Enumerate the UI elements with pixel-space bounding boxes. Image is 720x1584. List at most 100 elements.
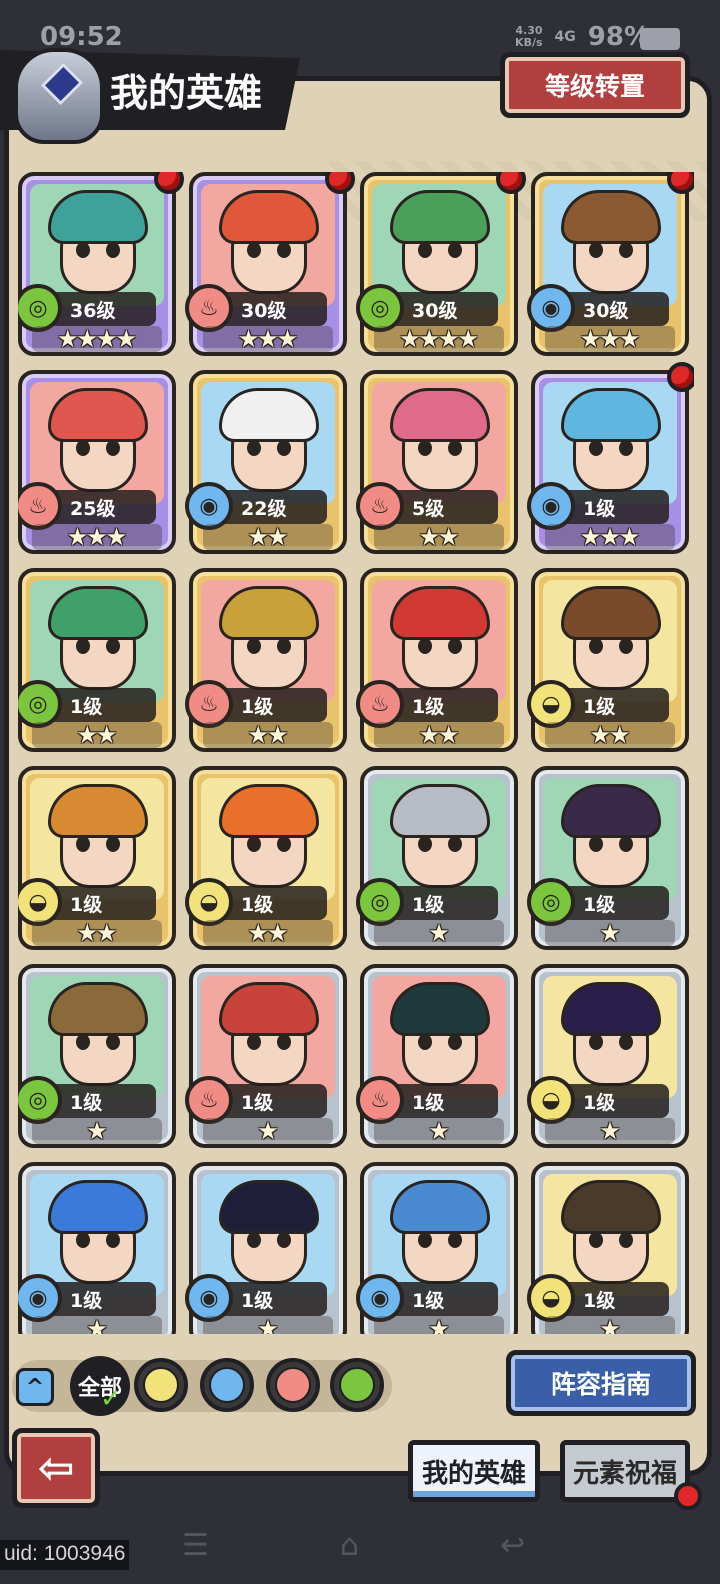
hero-eye	[448, 1232, 462, 1248]
hero-hair	[219, 586, 319, 640]
star-rating: ★	[32, 1316, 162, 1334]
back-nav-icon[interactable]: ↩	[500, 1528, 525, 1563]
star-icon: ★	[609, 721, 631, 749]
page-title: 我的英雄	[110, 71, 263, 115]
hero-card[interactable]: 1级 ◒ ★	[527, 964, 689, 1148]
hero-card[interactable]: 1级 ♨ ★	[356, 964, 518, 1148]
hero-eye	[418, 1232, 432, 1248]
hero-card[interactable]: 1级 ◒ ★ ★	[18, 766, 176, 950]
uid-label: uid: 1003946	[0, 1540, 130, 1570]
earth-element-icon: ◒	[527, 1076, 575, 1124]
star-icon: ★	[115, 325, 138, 353]
star-rating: ★	[203, 1118, 333, 1144]
star-icon: ★	[438, 325, 460, 353]
star-rating: ★ ★ ★ ★	[32, 326, 162, 352]
lineup-guide-button[interactable]: 阵容指南	[506, 1350, 696, 1416]
hero-eye	[106, 242, 120, 258]
star-icon: ★	[428, 1117, 450, 1145]
hero-eye	[418, 1034, 432, 1050]
hero-level: 1级	[559, 1282, 669, 1316]
hero-eye	[589, 1232, 603, 1248]
hero-card[interactable]: 36级 ◎ ★ ★ ★ ★	[18, 172, 184, 356]
hero-eye	[418, 638, 432, 654]
hero-hair	[219, 784, 319, 838]
hero-card[interactable]: 1级 ◎ ★	[527, 766, 689, 950]
hero-card[interactable]: 1级 ◉ ★	[18, 1162, 176, 1334]
hero-eye	[619, 1232, 633, 1248]
hero-level: 1级	[217, 886, 327, 920]
filter-wind-button[interactable]	[330, 1358, 384, 1412]
hero-level: 5级	[388, 490, 498, 524]
star-icon: ★	[618, 523, 641, 551]
hero-hair	[219, 388, 319, 442]
tab-element-blessing[interactable]: 元素祝福	[560, 1440, 690, 1502]
star-icon: ★	[76, 919, 98, 947]
hero-eye	[589, 638, 603, 654]
hero-card[interactable]: 1级 ♨ ★	[185, 964, 347, 1148]
hero-card[interactable]: 1级 ◒ ★ ★	[527, 568, 689, 752]
hero-hair	[48, 190, 148, 244]
hero-card[interactable]: 1级 ◎ ★	[356, 766, 518, 950]
hero-card[interactable]: 1级 ◒ ★	[527, 1162, 689, 1334]
hero-hair	[390, 586, 490, 640]
hero-eye	[106, 638, 120, 654]
star-icon: ★	[237, 325, 260, 353]
star-icon: ★	[267, 919, 289, 947]
earth-element-icon	[143, 1367, 179, 1403]
star-rating: ★ ★ ★	[545, 326, 675, 352]
hero-card[interactable]: 1级 ◎ ★ ★	[18, 568, 176, 752]
star-rating: ★ ★ ★ ★	[374, 326, 504, 352]
filter-water-button[interactable]	[200, 1358, 254, 1412]
menu-icon[interactable]: ☰	[182, 1528, 209, 1563]
star-icon: ★	[86, 1315, 108, 1334]
star-icon: ★	[599, 325, 621, 353]
star-icon: ★	[599, 1315, 621, 1334]
level-transfer-button[interactable]: 等级转置	[500, 52, 690, 118]
hero-card[interactable]: 30级 ◉ ★ ★ ★	[527, 172, 694, 356]
back-arrow-icon: ⇦	[37, 1442, 75, 1494]
hero-eye	[619, 440, 633, 456]
star-icon: ★	[66, 523, 89, 551]
hero-eye	[448, 836, 462, 852]
hero-level: 1级	[559, 886, 669, 920]
hero-level: 36级	[46, 292, 156, 326]
hero-card[interactable]: 1级 ♨ ★ ★	[185, 568, 347, 752]
hero-card[interactable]: 30级 ♨ ★ ★ ★	[185, 172, 355, 356]
helmet-icon	[14, 48, 104, 144]
signal-label: 4G	[554, 29, 576, 45]
hero-card[interactable]: 1级 ◉ ★ ★ ★	[527, 362, 694, 554]
hero-card[interactable]: 1级 ◉ ★	[356, 1162, 518, 1334]
hero-hair	[390, 784, 490, 838]
star-icon: ★	[247, 919, 269, 947]
hero-card[interactable]: 5级 ♨ ★ ★	[356, 370, 518, 554]
hero-card[interactable]: 25级 ♨ ★ ★ ★	[18, 370, 176, 554]
collapse-up-button[interactable]: ^	[16, 1368, 54, 1406]
star-rating: ★ ★	[203, 722, 333, 748]
earth-element-icon: ◒	[185, 878, 233, 926]
hero-level: 1级	[388, 1084, 498, 1118]
hero-card[interactable]: 1级 ◎ ★	[18, 964, 176, 1148]
tab-my-heroes[interactable]: 我的英雄	[408, 1440, 540, 1502]
hero-card[interactable]: 1级 ♨ ★ ★	[356, 568, 518, 752]
star-rating: ★ ★	[545, 722, 675, 748]
hero-eye	[418, 440, 432, 456]
checkmark-icon: ✓	[100, 1384, 122, 1414]
star-rating: ★	[203, 1316, 333, 1334]
filter-earth-button[interactable]	[134, 1358, 188, 1412]
star-rating: ★	[545, 1316, 675, 1334]
hero-eye	[247, 836, 261, 852]
home-icon[interactable]: ⌂	[340, 1528, 359, 1563]
back-button[interactable]: ⇦	[12, 1428, 100, 1508]
hero-card[interactable]: 22级 ◉ ★ ★	[185, 370, 347, 554]
hero-level: 1级	[559, 688, 669, 722]
hero-card[interactable]: 30级 ◎ ★ ★ ★ ★	[356, 172, 526, 356]
fire-element-icon	[275, 1367, 311, 1403]
hero-hair	[561, 190, 661, 244]
hero-card[interactable]: 1级 ◉ ★	[185, 1162, 347, 1334]
fire-element-icon: ♨	[356, 482, 404, 530]
hero-level: 1级	[46, 1084, 156, 1118]
filter-fire-button[interactable]	[266, 1358, 320, 1412]
hero-hair	[48, 388, 148, 442]
hero-card[interactable]: 1级 ◒ ★ ★	[185, 766, 347, 950]
hero-hair	[561, 982, 661, 1036]
